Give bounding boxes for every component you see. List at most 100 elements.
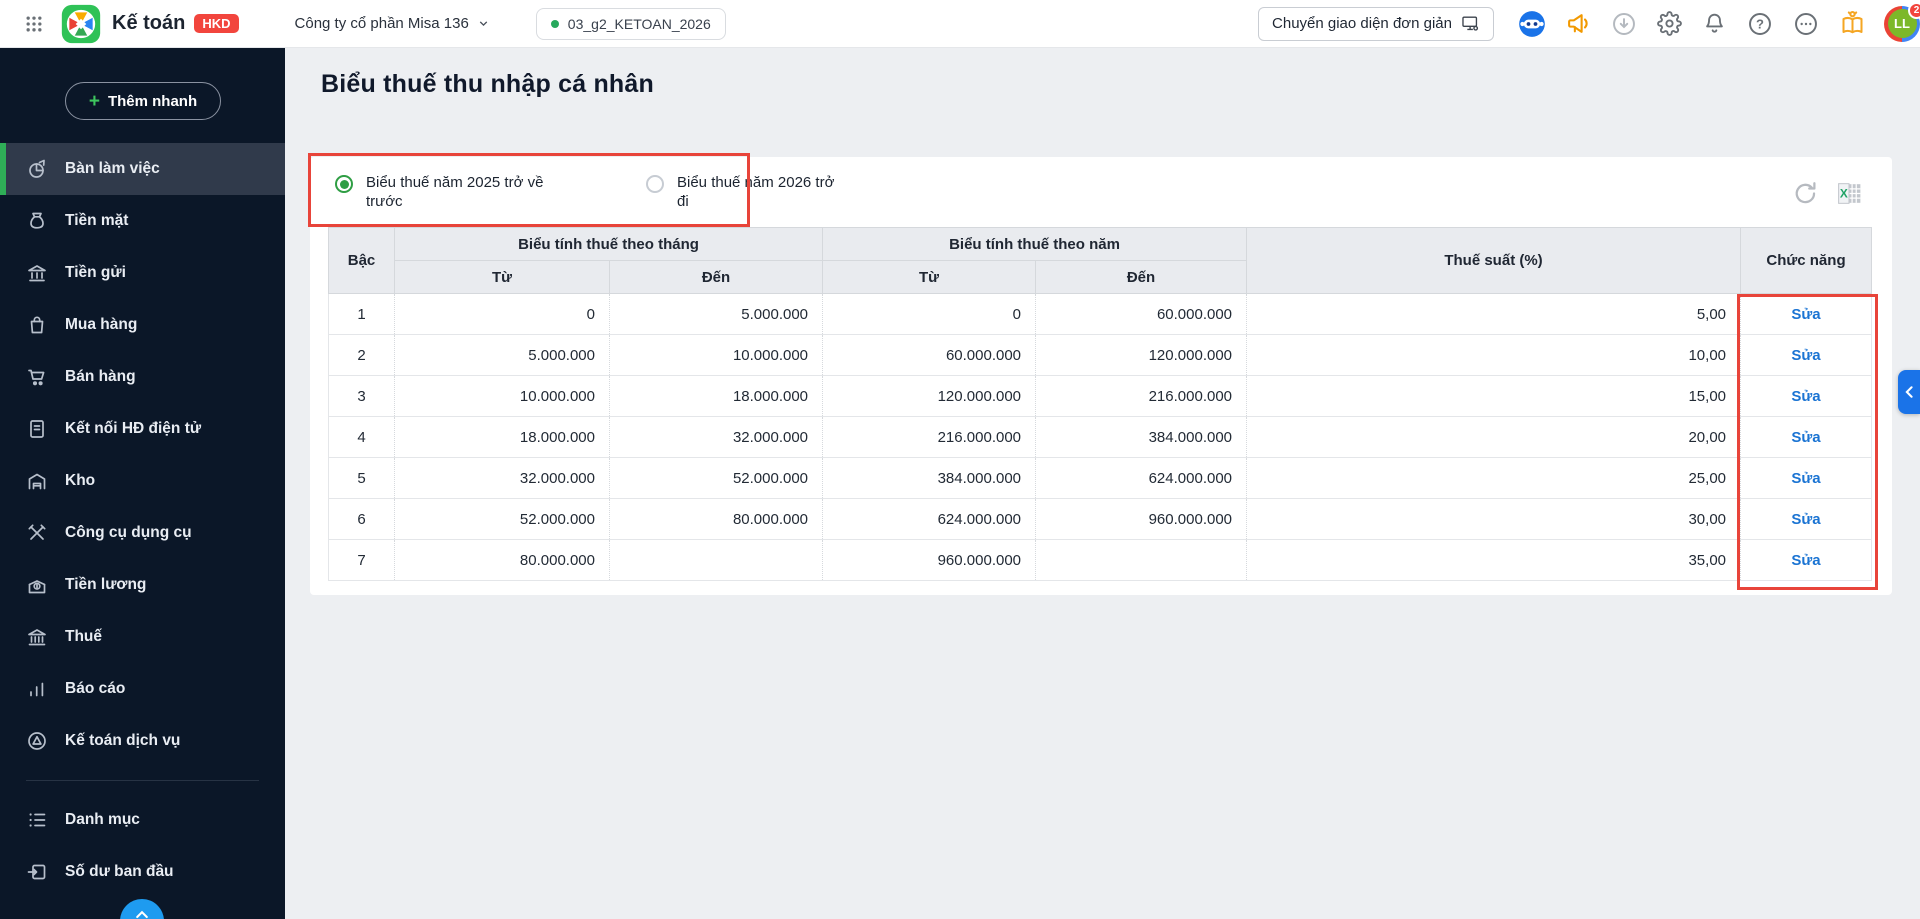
panel-collapse-tab[interactable] bbox=[1898, 370, 1920, 414]
sidebar-item-label: Công cụ dụng cụ bbox=[65, 524, 192, 541]
sidebar-nav-primary: Bàn làm việc Tiền mặt Tiền gửi Mua hàng Bán … bbox=[0, 143, 285, 767]
cell-year-to: 120.000.000 bbox=[1035, 334, 1247, 376]
avatar[interactable]: LL 2 bbox=[1884, 1, 1920, 42]
sidebar-item-tien-luong[interactable]: Tiền lương bbox=[0, 559, 285, 611]
cell-level: 1 bbox=[328, 293, 395, 335]
cell-level: 7 bbox=[328, 539, 395, 581]
sidebar-item-ket-noi-hd-dien-tu[interactable]: Kết nối HĐ điện tử bbox=[0, 403, 285, 455]
edit-link[interactable]: Sửa bbox=[1791, 470, 1820, 487]
cell-year-from: 960.000.000 bbox=[822, 539, 1036, 581]
more-icon[interactable] bbox=[1793, 11, 1819, 37]
download-icon[interactable] bbox=[1611, 11, 1637, 37]
help-icon[interactable]: ? bbox=[1747, 11, 1773, 37]
sidebar: + Thêm nhanh Bàn làm việc Tiền mặt Tiền gử… bbox=[0, 48, 285, 919]
sidebar-item-label: Kế toán dịch vụ bbox=[65, 732, 181, 749]
apps-grid-icon[interactable] bbox=[24, 14, 44, 34]
sidebar-item-ban-lam-viec[interactable]: Bàn làm việc bbox=[0, 143, 285, 195]
sidebar-item-label: Thuế bbox=[65, 628, 103, 645]
sidebar-item-label: Kho bbox=[65, 472, 96, 489]
tax-table-wrap: Bậc Biểu tính thuế theo tháng Biểu tính … bbox=[328, 227, 1873, 581]
edit-link[interactable]: Sửa bbox=[1791, 511, 1820, 528]
tips-book-icon[interactable] bbox=[1839, 10, 1866, 37]
sidebar-divider bbox=[26, 780, 259, 781]
sidebar-item-bao-cao[interactable]: Báo cáo bbox=[0, 663, 285, 715]
table-row: 2 5.000.000 10.000.000 60.000.000 120.000.00… bbox=[328, 334, 1873, 376]
notification-count-badge: 2 bbox=[1908, 1, 1920, 19]
simple-ui-button[interactable]: Chuyển giao diện đơn giản bbox=[1258, 6, 1494, 41]
export-excel-icon[interactable]: X bbox=[1835, 179, 1864, 208]
table-row: 3 10.000.000 18.000.000 120.000.000 216.000.… bbox=[328, 375, 1873, 417]
radio-unselected-icon bbox=[646, 175, 664, 193]
cell-rate: 20,00 bbox=[1246, 416, 1741, 458]
cell-month-from: 10.000.000 bbox=[394, 375, 610, 417]
cell-rate: 5,00 bbox=[1246, 293, 1741, 335]
refresh-icon[interactable] bbox=[1792, 180, 1819, 207]
sidebar-item-mua-hang[interactable]: Mua hàng bbox=[0, 299, 285, 351]
edit-link[interactable]: Sửa bbox=[1791, 388, 1820, 405]
warehouse-icon bbox=[26, 470, 48, 492]
simple-ui-button-label: Chuyển giao diện đơn giản bbox=[1272, 15, 1452, 32]
cell-month-to: 5.000.000 bbox=[608, 293, 823, 335]
app-logo-icon[interactable] bbox=[61, 4, 101, 44]
cell-month-from: 0 bbox=[394, 293, 610, 335]
scroll-top-button[interactable] bbox=[120, 899, 164, 919]
cell-month-from: 18.000.000 bbox=[394, 416, 610, 458]
edit-link[interactable]: Sửa bbox=[1791, 552, 1820, 569]
radio-option-label: Biểu thuế năm 2026 trở đi bbox=[677, 174, 835, 210]
sidebar-item-ban-hang[interactable]: Bán hàng bbox=[0, 351, 285, 403]
radio-option-bieu-thue-nam-2025-tro-ve-truoc[interactable]: Biểu thuế năm 2025 trở về trước bbox=[335, 173, 558, 211]
sidebar-nav-secondary: Danh mục Số dư ban đầu bbox=[0, 794, 285, 898]
svg-text:X: X bbox=[1840, 187, 1848, 201]
page-title: Biểu thuế thu nhập cá nhân bbox=[321, 70, 654, 98]
company-selector[interactable]: Công ty cổ phần Misa 136 bbox=[295, 15, 490, 32]
quick-add-button[interactable]: + Thêm nhanh bbox=[65, 82, 221, 120]
cell-rate: 15,00 bbox=[1246, 375, 1741, 417]
table-row: 6 52.000.000 80.000.000 624.000.000 960.000.… bbox=[328, 498, 1873, 540]
cell-month-from: 32.000.000 bbox=[394, 457, 610, 499]
cell-year-to: 384.000.000 bbox=[1035, 416, 1247, 458]
sidebar-item-tien-gui[interactable]: Tiền gửi bbox=[0, 247, 285, 299]
sidebar-item-kho[interactable]: Kho bbox=[0, 455, 285, 507]
notification-bell-icon[interactable] bbox=[1702, 11, 1727, 36]
cell-month-from: 5.000.000 bbox=[394, 334, 610, 376]
sidebar-item-tien-mat[interactable]: Tiền mặt bbox=[0, 195, 285, 247]
sidebar-item-danh-muc[interactable]: Danh mục bbox=[0, 794, 285, 846]
cell-month-to: 52.000.000 bbox=[608, 457, 823, 499]
edit-link[interactable]: Sửa bbox=[1791, 429, 1820, 446]
workspace-icon bbox=[26, 158, 48, 180]
environment-tab[interactable]: 03_g2_KETOAN_2026 bbox=[535, 7, 726, 40]
sidebar-item-thue[interactable]: Thuế bbox=[0, 611, 285, 663]
cell-action: Sửa bbox=[1740, 457, 1873, 499]
cell-rate: 10,00 bbox=[1246, 334, 1741, 376]
cell-year-to: 960.000.000 bbox=[1035, 498, 1247, 540]
sidebar-item-label: Bán hàng bbox=[65, 368, 136, 385]
col-group-month: Biểu tính thuế theo tháng bbox=[393, 227, 824, 261]
sidebar-item-cong-cu-dung-cu[interactable]: Công cụ dụng cụ bbox=[0, 507, 285, 559]
tax-schedule-radio-group: Biểu thuế năm 2025 trở về trước Biểu thuế… bbox=[310, 157, 1892, 227]
cell-action: Sửa bbox=[1740, 539, 1873, 581]
cell-rate: 30,00 bbox=[1246, 498, 1741, 540]
cell-action: Sửa bbox=[1740, 375, 1873, 417]
sidebar-item-label: Tiền mặt bbox=[65, 212, 129, 229]
sidebar-item-so-du-ban-dau[interactable]: Số dư ban đầu bbox=[0, 846, 285, 898]
cell-year-to: 216.000.000 bbox=[1035, 375, 1247, 417]
sidebar-item-label: Kết nối HĐ điện tử bbox=[65, 420, 202, 437]
cell-level: 5 bbox=[328, 457, 395, 499]
payroll-icon bbox=[26, 574, 48, 596]
sidebar-item-label: Báo cáo bbox=[65, 680, 126, 697]
cell-level: 3 bbox=[328, 375, 395, 417]
app-name: Kế toán bbox=[112, 12, 186, 34]
cell-rate: 35,00 bbox=[1246, 539, 1741, 581]
app-badge: HKD bbox=[194, 14, 239, 33]
edit-link[interactable]: Sửa bbox=[1791, 347, 1820, 364]
megaphone-icon[interactable] bbox=[1566, 11, 1591, 36]
cell-year-to: 624.000.000 bbox=[1035, 457, 1247, 499]
radio-option-bieu-thue-nam-2026-tro-di[interactable]: Biểu thuế năm 2026 trở đi bbox=[646, 173, 839, 211]
company-name: Công ty cổ phần Misa 136 bbox=[294, 15, 469, 32]
radio-selected-icon bbox=[335, 175, 353, 193]
cell-month-from: 52.000.000 bbox=[394, 498, 610, 540]
settings-gear-icon[interactable] bbox=[1657, 11, 1682, 36]
sidebar-item-ke-toan-dich-vu[interactable]: Kế toán dịch vụ bbox=[0, 715, 285, 767]
edit-link[interactable]: Sửa bbox=[1791, 306, 1820, 323]
chatbot-icon[interactable] bbox=[1518, 10, 1546, 38]
